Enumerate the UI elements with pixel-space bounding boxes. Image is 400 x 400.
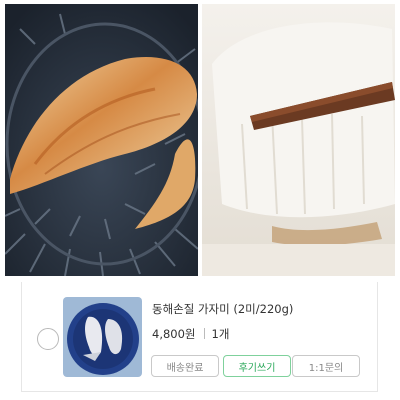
quantity: 1개 [211,327,230,341]
delivered-status-button[interactable]: 배송완료 [151,355,219,377]
select-radio[interactable] [37,328,59,350]
divider [203,328,205,339]
price-quantity: 4,800원 1개 [152,326,229,342]
price: 4,800원 [152,327,196,341]
order-item-card: 동해손질 가자미 (2미/220g) 4,800원 1개 배송완료 후기쓰기 1:… [21,282,378,392]
write-review-button[interactable]: 후기쓰기 [223,355,291,377]
product-thumbnail[interactable] [63,297,142,377]
inquiry-button[interactable]: 1:1문의 [292,355,360,377]
grilled-fish-photo[interactable] [5,4,198,276]
product-name[interactable]: 동해손질 가자미 (2미/220g) [152,301,293,317]
fish-flesh-photo[interactable] [202,4,395,276]
review-photos [0,0,400,278]
